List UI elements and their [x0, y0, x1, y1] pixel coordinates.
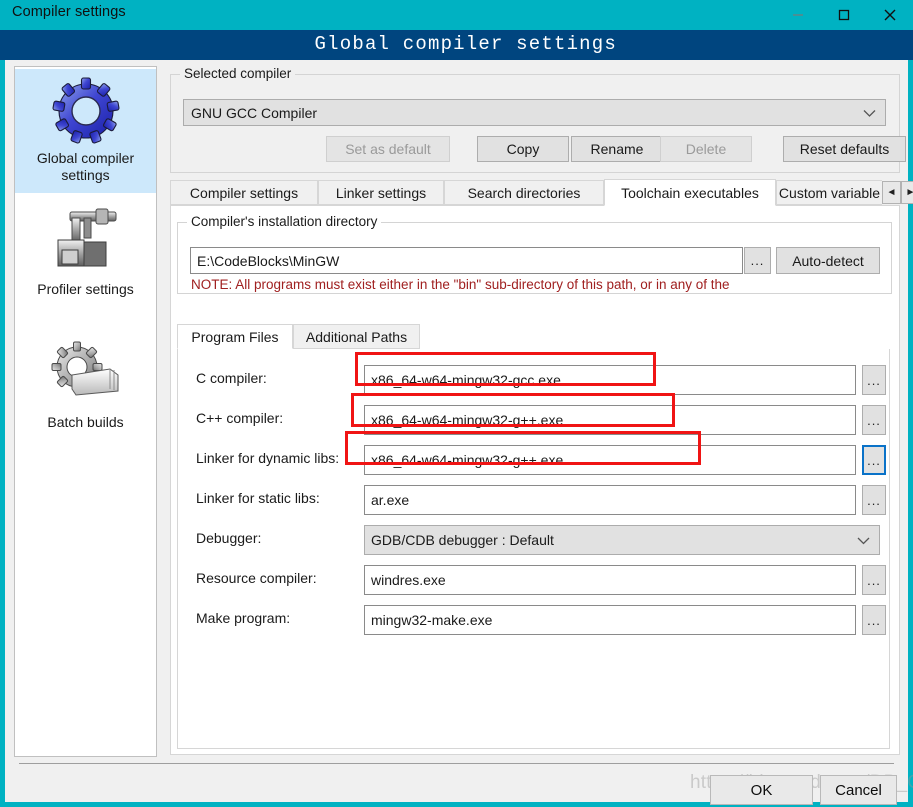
gear-stack-icon — [50, 339, 122, 411]
subtab-additional-paths[interactable]: Additional Paths — [293, 324, 420, 349]
sidebar-item-global-compiler-settings[interactable]: Global compiler settings — [15, 69, 156, 193]
field-row-cpp-compiler: C++ compiler: x86_64-w64-mingw32-g++.exe… — [178, 405, 891, 435]
resource-compiler-label: Resource compiler: — [196, 570, 317, 586]
subtab-program-files[interactable]: Program Files — [177, 324, 293, 349]
field-row-resource-compiler: Resource compiler: windres.exe ... — [178, 565, 891, 595]
tab-linker-settings[interactable]: Linker settings — [318, 180, 444, 205]
make-program-value: mingw32-make.exe — [371, 612, 493, 628]
c-compiler-label: C compiler: — [196, 370, 267, 386]
cancel-button[interactable]: Cancel — [820, 775, 897, 805]
settings-panel: Selected compiler GNU GCC Compiler Set a… — [165, 66, 913, 755]
sidebar-item-profiler-settings[interactable]: Profiler settings — [15, 200, 156, 310]
field-row-make-program: Make program: mingw32-make.exe ... — [178, 605, 891, 635]
static-linker-browse-button[interactable]: ... — [862, 485, 886, 515]
selected-compiler-group-title: Selected compiler — [180, 66, 296, 81]
window-controls — [775, 0, 913, 30]
banner-title: Global compiler settings — [314, 33, 617, 55]
sidebar-label-line2: settings — [61, 167, 110, 183]
compiler-select-value: GNU GCC Compiler — [191, 104, 318, 121]
field-row-dynamic-linker: Linker for dynamic libs: x86_64-w64-ming… — [178, 445, 891, 475]
window-title-bar: Compiler settings — [0, 0, 913, 30]
c-compiler-value: x86_64-w64-mingw32-gcc.exe — [371, 372, 561, 388]
tab-scroll-left-icon[interactable]: ◄ — [882, 181, 901, 204]
c-compiler-browse-button[interactable]: ... — [862, 365, 886, 395]
set-as-default-button[interactable]: Set as default — [326, 136, 450, 162]
caliper-icon — [50, 206, 122, 278]
sidebar-item-batch-builds[interactable]: Batch builds — [15, 333, 156, 443]
c-compiler-input[interactable]: x86_64-w64-mingw32-gcc.exe — [364, 365, 856, 395]
banner-bar: Global compiler settings — [0, 30, 913, 60]
resource-compiler-browse-button[interactable]: ... — [862, 565, 886, 595]
selected-compiler-group: Selected compiler GNU GCC Compiler Set a… — [170, 66, 906, 173]
settings-tab-strip: Compiler settings Linker settings Search… — [170, 179, 913, 206]
dynamic-linker-input[interactable]: x86_64-w64-mingw32-g++.exe — [364, 445, 856, 475]
chevron-down-icon — [857, 532, 870, 548]
compiler-select[interactable]: GNU GCC Compiler — [183, 99, 886, 126]
reset-defaults-button[interactable]: Reset defaults — [783, 136, 906, 162]
sidebar-item-label: Profiler settings — [37, 281, 134, 297]
installation-path-input[interactable]: E:\CodeBlocks\MinGW — [190, 247, 743, 274]
sidebar-item-label: Batch builds — [47, 414, 124, 430]
debugger-label: Debugger: — [196, 530, 262, 546]
installation-note: NOTE: All programs must exist either in … — [191, 277, 730, 292]
field-row-c-compiler: C compiler: x86_64-w64-mingw32-gcc.exe .… — [178, 365, 891, 395]
footer-divider — [19, 763, 894, 764]
gear-blue-icon — [50, 75, 122, 147]
cpp-compiler-label: C++ compiler: — [196, 410, 284, 426]
resource-compiler-value: windres.exe — [371, 572, 446, 588]
make-program-label: Make program: — [196, 610, 291, 626]
close-button[interactable] — [867, 0, 913, 30]
browse-installation-dir-button[interactable]: ... — [744, 247, 771, 274]
program-files-tab-strip: Program Files Additional Paths — [177, 324, 877, 349]
tab-search-directories[interactable]: Search directories — [444, 180, 604, 205]
tab-custom-variable[interactable]: Custom variable — [776, 180, 882, 205]
installation-directory-group-title: Compiler's installation directory — [187, 214, 382, 229]
delete-button[interactable]: Delete — [660, 136, 752, 162]
cpp-compiler-input[interactable]: x86_64-w64-mingw32-g++.exe — [364, 405, 856, 435]
rename-button[interactable]: Rename — [571, 136, 663, 162]
tab-scroll-right-icon[interactable]: ► — [901, 181, 913, 204]
dynamic-linker-browse-button[interactable]: ... — [862, 445, 886, 475]
chevron-down-icon — [863, 105, 876, 120]
sidebar-label-line1: Global compiler — [36, 150, 135, 166]
field-row-static-linker: Linker for static libs: ar.exe ... — [178, 485, 891, 515]
ok-button[interactable]: OK — [710, 775, 813, 805]
sidebar-item-label: Global compiler settings — [37, 150, 134, 184]
installation-path-value: E:\CodeBlocks\MinGW — [197, 252, 340, 269]
tab-toolchain-executables[interactable]: Toolchain executables — [604, 179, 776, 206]
installation-directory-group: Compiler's installation directory E:\Cod… — [177, 214, 892, 294]
debugger-value: GDB/CDB debugger : Default — [371, 532, 554, 548]
make-program-input[interactable]: mingw32-make.exe — [364, 605, 856, 635]
compiler-settings-dialog: Global compiler settings Profiler settin… — [5, 60, 913, 805]
resource-compiler-input[interactable]: windres.exe — [364, 565, 856, 595]
dynamic-linker-value: x86_64-w64-mingw32-g++.exe — [371, 452, 564, 468]
settings-category-list: Global compiler settings Profiler settin… — [14, 66, 157, 757]
cpp-compiler-browse-button[interactable]: ... — [862, 405, 886, 435]
static-linker-value: ar.exe — [371, 492, 410, 508]
program-files-page: C compiler: x86_64-w64-mingw32-gcc.exe .… — [177, 349, 890, 749]
maximize-button[interactable] — [821, 0, 867, 30]
static-linker-input[interactable]: ar.exe — [364, 485, 856, 515]
tab-compiler-settings[interactable]: Compiler settings — [170, 180, 318, 205]
make-program-browse-button[interactable]: ... — [862, 605, 886, 635]
minimize-button[interactable] — [775, 0, 821, 30]
window-caption: Compiler settings — [12, 4, 126, 20]
debugger-select[interactable]: GDB/CDB debugger : Default — [364, 525, 880, 555]
auto-detect-button[interactable]: Auto-detect — [776, 247, 880, 274]
field-row-debugger: Debugger: GDB/CDB debugger : Default — [178, 525, 891, 555]
copy-button[interactable]: Copy — [477, 136, 569, 162]
cpp-compiler-value: x86_64-w64-mingw32-g++.exe — [371, 412, 564, 428]
static-linker-label: Linker for static libs: — [196, 490, 320, 506]
dynamic-linker-label: Linker for dynamic libs: — [196, 450, 340, 466]
